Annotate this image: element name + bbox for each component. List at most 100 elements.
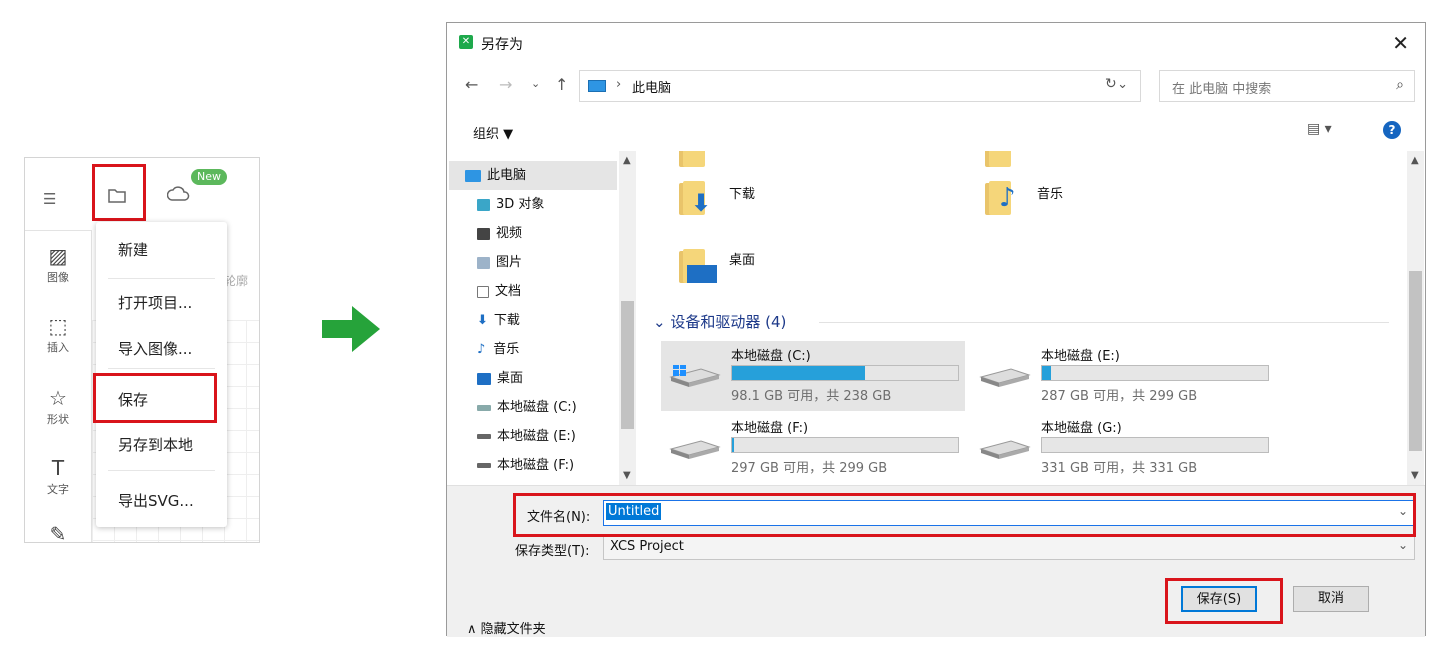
scroll-up-icon[interactable]: ▲	[623, 155, 631, 166]
desktop-folder-icon[interactable]	[679, 247, 717, 283]
chevron-down-icon[interactable]: ⌄	[531, 77, 540, 90]
toolbar: 组织 ▼ ▤ ▾ ?	[447, 111, 1425, 151]
app-top-bar: ☰ New	[25, 158, 259, 230]
sidebar-item-image[interactable]: ▨ 图像	[25, 243, 91, 285]
filetype-select[interactable]: XCS Project ⌄	[603, 534, 1415, 560]
search-icon[interactable]: ⌕	[1396, 77, 1404, 93]
menu-item-import-image[interactable]: 导入图像...	[96, 324, 227, 374]
scroll-up-icon[interactable]: ▲	[1411, 155, 1419, 166]
scroll-down-icon[interactable]: ▼	[1411, 470, 1419, 481]
drive-free-space: 297 GB 可用，共 299 GB	[731, 461, 888, 476]
search-placeholder: 在 此电脑 中搜索	[1172, 82, 1272, 97]
menu-item-open-project[interactable]: 打开项目...	[96, 278, 227, 328]
organize-menu[interactable]: 组织 ▼	[473, 123, 513, 142]
title-bar: ✕ 另存为 ✕	[447, 23, 1425, 63]
content-scrollbar[interactable]: ▲ ▼	[1407, 151, 1424, 485]
folder-icon	[679, 151, 715, 167]
menu-item-export-svg[interactable]: 导出SVG...	[96, 476, 227, 526]
search-input[interactable]: 在 此电脑 中搜索 ⌕	[1159, 70, 1415, 102]
address-bar[interactable]: › 此电脑 ⌄	[579, 70, 1141, 102]
drive-name: 本地磁盘 (C:)	[731, 349, 811, 364]
sidebar-label: 插入	[47, 341, 69, 354]
drive-item-c[interactable]: 本地磁盘 (C:) 98.1 GB 可用，共 238 GB	[661, 341, 965, 411]
drive-usage-bar	[731, 365, 959, 381]
cloud-icon[interactable]	[166, 184, 191, 208]
sidebar-item-text[interactable]: T 文字	[25, 455, 91, 497]
music-icon: ♪	[477, 342, 486, 357]
refresh-icon[interactable]: ↻	[1105, 76, 1117, 92]
tree-item-desktop[interactable]: 桌面	[465, 364, 523, 393]
tree-item-drive-c[interactable]: 本地磁盘 (C:)	[465, 393, 577, 422]
sidebar-label: 文字	[47, 483, 69, 496]
drive-item-f[interactable]: 本地磁盘 (F:) 297 GB 可用，共 299 GB	[661, 413, 965, 483]
drive-name: 本地磁盘 (F:)	[731, 421, 809, 436]
right-arrow-icon	[322, 306, 380, 356]
scroll-thumb[interactable]	[621, 301, 634, 429]
menu-item-new[interactable]: 新建	[96, 225, 227, 275]
view-options-icon[interactable]: ▤ ▾	[1307, 121, 1332, 137]
layers-icon[interactable]: ☰	[43, 190, 56, 208]
drive-icon	[477, 463, 491, 468]
menu-item-save-local[interactable]: 另存到本地	[96, 420, 227, 470]
tree-label: 此电脑	[487, 168, 527, 183]
outline-label: 轮廓	[224, 274, 249, 288]
music-folder-icon[interactable]: ♪	[985, 179, 1021, 215]
sidebar-item-pen[interactable]: ✎	[25, 521, 91, 542]
drive-icon	[979, 440, 1031, 459]
tree-item-pictures[interactable]: 图片	[465, 248, 522, 277]
tree-item-videos[interactable]: 视频	[465, 219, 522, 248]
address-path[interactable]: 此电脑	[632, 77, 671, 96]
up-icon[interactable]: ↑	[555, 75, 568, 94]
tree-label: 桌面	[497, 371, 524, 386]
tree-label: 本地磁盘 (C:)	[497, 400, 577, 415]
tree-item-drive-f[interactable]: 本地磁盘 (F:)	[465, 451, 574, 480]
cancel-button[interactable]: 取消	[1293, 586, 1369, 612]
tree-item-documents[interactable]: 文档	[465, 277, 521, 306]
folder-label-desktop[interactable]: 桌面	[729, 249, 755, 268]
drive-usage-bar	[731, 437, 959, 453]
drive-item-g[interactable]: 本地磁盘 (G:) 331 GB 可用，共 331 GB	[971, 413, 1275, 483]
chevron-down-icon[interactable]: ⌄	[1117, 77, 1128, 92]
drive-usage-bar	[1041, 437, 1269, 453]
group-header[interactable]: ⌄ 设备和驱动器 (4)	[653, 311, 786, 332]
group-divider	[819, 322, 1389, 323]
tree-scrollbar[interactable]: ▲ ▼	[619, 151, 636, 485]
tree-label: 文档	[495, 284, 522, 299]
sidebar-label: 图像	[47, 271, 69, 284]
folder-label-music[interactable]: 音乐	[1037, 183, 1063, 202]
drive-icon	[477, 434, 491, 439]
drive-item-e[interactable]: 本地磁盘 (E:) 287 GB 可用，共 299 GB	[971, 341, 1275, 411]
tree-item-music[interactable]: ♪ 音乐	[465, 335, 519, 364]
download-icon: ⬇	[477, 313, 488, 328]
drive-free-space: 98.1 GB 可用，共 238 GB	[731, 389, 892, 404]
menu-divider	[108, 470, 215, 471]
sidebar-item-insert[interactable]: ⬚ 插入	[25, 313, 91, 355]
drive-icon	[669, 365, 721, 387]
tree-item-drive-e[interactable]: 本地磁盘 (E:)	[465, 422, 576, 451]
close-icon[interactable]: ✕	[1392, 31, 1409, 55]
sidebar-item-shape[interactable]: ☆ 形状	[25, 385, 91, 427]
folder-label-downloads[interactable]: 下载	[729, 183, 755, 202]
drive-name: 本地磁盘 (E:)	[1041, 349, 1120, 364]
downloads-folder-icon[interactable]: ⬇	[679, 179, 715, 217]
help-icon[interactable]: ?	[1383, 121, 1401, 139]
back-icon[interactable]: ←	[465, 75, 478, 94]
drive-usage-bar	[1041, 365, 1269, 381]
cube-icon	[477, 198, 490, 211]
music-icon: ♪	[999, 183, 1016, 213]
computer-icon	[465, 169, 481, 182]
tree-item-3d-objects[interactable]: 3D 对象	[465, 190, 544, 219]
drive-icon	[477, 404, 491, 411]
forward-icon[interactable]: →	[499, 75, 512, 94]
tree-item-this-pc[interactable]: 此电脑	[465, 161, 526, 190]
document-icon	[477, 285, 489, 298]
tree-item-downloads[interactable]: ⬇ 下载	[465, 306, 520, 335]
desktop-icon	[687, 265, 717, 283]
hide-folders-toggle[interactable]: ∧ 隐藏文件夹	[467, 618, 546, 637]
scroll-down-icon[interactable]: ▼	[623, 470, 631, 481]
dialog-title: 另存为	[481, 37, 523, 53]
app-sidebar: ▨ 图像 ⬚ 插入 ☆ 形状 T 文字 ✎	[25, 230, 91, 542]
tree-label: 音乐	[493, 342, 520, 357]
chevron-down-icon[interactable]: ⌄	[1398, 538, 1408, 552]
scroll-thumb[interactable]	[1409, 271, 1422, 451]
